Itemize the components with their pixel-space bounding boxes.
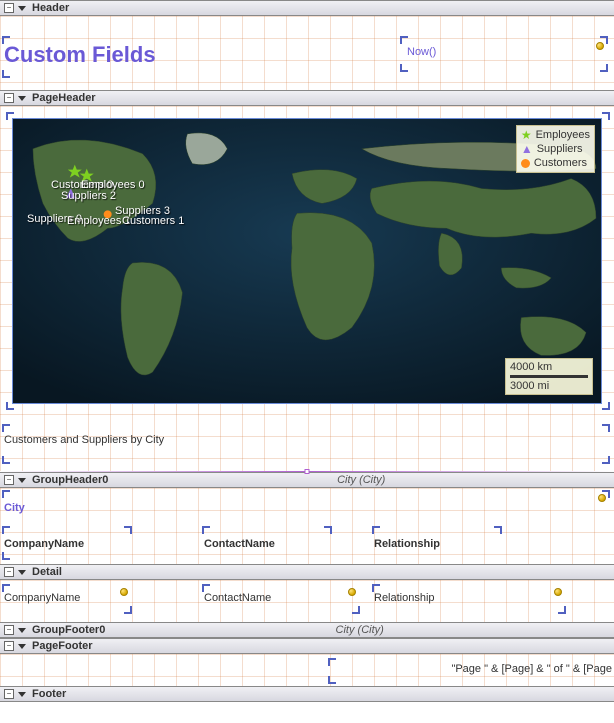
triangle-icon: ▲	[521, 143, 533, 155]
section-label: PageHeader	[32, 92, 96, 104]
expression-marker-icon	[348, 588, 356, 596]
section-label: GroupFooter0	[32, 624, 105, 636]
map-caption[interactable]: Customers and Suppliers by City	[4, 434, 164, 446]
expression-marker-icon	[120, 588, 128, 596]
expression-marker-icon	[554, 588, 562, 596]
map-scale: 4000 km 3000 mi	[505, 358, 593, 395]
legend-item: Employees	[536, 129, 590, 141]
now-expression[interactable]: Now()	[407, 46, 436, 58]
detail-contact[interactable]: ContactName	[204, 592, 271, 604]
section-groupheader[interactable]: − GroupHeader0 City (City)	[0, 472, 614, 488]
legend-item: Customers	[534, 157, 587, 169]
collapse-icon[interactable]: −	[4, 475, 14, 485]
detail-relationship[interactable]: Relationship	[374, 592, 435, 604]
triangle-icon	[18, 478, 26, 483]
city-field[interactable]: City	[4, 502, 25, 514]
section-detail[interactable]: − Detail	[0, 564, 614, 580]
legend-item: Suppliers	[537, 143, 583, 155]
collapse-icon[interactable]: −	[4, 567, 14, 577]
collapse-icon[interactable]: −	[4, 3, 14, 13]
section-label: Footer	[32, 688, 66, 700]
pageheader-band[interactable]: Customers 0 Employees 0 Suppliers 2 Supp…	[0, 106, 614, 471]
collapse-icon[interactable]: −	[4, 641, 14, 651]
expression-marker-icon	[596, 42, 604, 50]
section-pagefooter[interactable]: − PageFooter	[0, 638, 614, 654]
collapse-icon[interactable]: −	[4, 625, 14, 635]
triangle-icon	[18, 570, 26, 575]
triangle-icon	[18, 628, 26, 633]
section-footer[interactable]: − Footer	[0, 686, 614, 702]
report-title[interactable]: Custom Fields	[4, 42, 156, 68]
map-legend: ★ Employees ▲ Suppliers Customers	[516, 125, 595, 173]
page-expression[interactable]: "Page " & [Page] & " of " & [Page	[450, 663, 612, 675]
map-control[interactable]: Customers 0 Employees 0 Suppliers 2 Supp…	[12, 118, 602, 404]
section-label: GroupHeader0	[32, 474, 108, 486]
collapse-icon[interactable]: −	[4, 93, 14, 103]
detail-band[interactable]: CompanyName ContactName Relationship	[0, 580, 614, 622]
section-groupfooter[interactable]: − GroupFooter0 City (City)	[0, 622, 614, 638]
column-company[interactable]: CompanyName	[4, 538, 84, 550]
groupheader-band[interactable]: City CompanyName ContactName Relationshi…	[0, 488, 614, 564]
triangle-icon	[18, 644, 26, 649]
circle-icon	[521, 159, 530, 168]
column-relationship[interactable]: Relationship	[374, 538, 440, 550]
section-pageheader[interactable]: − PageHeader	[0, 90, 614, 106]
triangle-icon	[18, 692, 26, 697]
star-icon: ★	[521, 129, 532, 141]
section-header[interactable]: − Header	[0, 0, 614, 16]
triangle-icon	[18, 96, 26, 101]
expression-marker-icon	[598, 494, 606, 502]
scale-mi: 3000 mi	[510, 380, 588, 392]
triangle-icon	[18, 6, 26, 11]
section-label: PageFooter	[32, 640, 93, 652]
pagefooter-band[interactable]: "Page " & [Page] & " of " & [Page	[0, 654, 614, 686]
header-band[interactable]: Custom Fields Now()	[0, 16, 614, 90]
column-contact[interactable]: ContactName	[204, 538, 275, 550]
group-expression: City (City)	[105, 624, 614, 636]
section-label: Header	[32, 2, 69, 14]
section-label: Detail	[32, 566, 62, 578]
detail-company[interactable]: CompanyName	[4, 592, 80, 604]
collapse-icon[interactable]: −	[4, 689, 14, 699]
group-expression: City (City)	[108, 474, 614, 486]
scale-km: 4000 km	[510, 361, 588, 373]
